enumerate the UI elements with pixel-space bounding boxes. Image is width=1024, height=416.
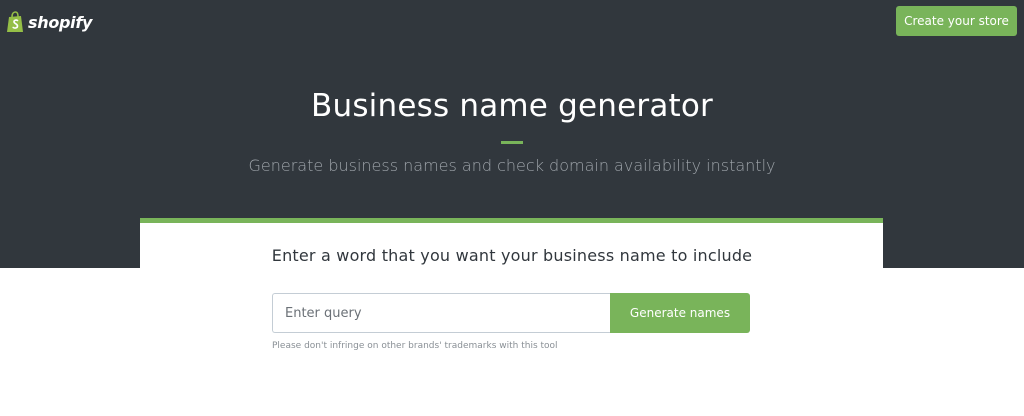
page-subtitle: Generate business names and check domain… xyxy=(248,156,776,175)
query-form: Generate names xyxy=(272,293,750,333)
page-title: Business name generator xyxy=(311,88,713,124)
trademark-disclaimer: Please don't infringe on other brands' t… xyxy=(272,341,558,351)
create-store-button[interactable]: Create your store xyxy=(896,6,1017,36)
generate-names-button[interactable]: Generate names xyxy=(610,293,750,333)
title-divider xyxy=(501,141,523,144)
shopify-bag-icon xyxy=(6,11,24,33)
shopify-logo[interactable]: shopify xyxy=(6,9,92,35)
logo-wordmark: shopify xyxy=(28,12,93,32)
form-heading: Enter a word that you want your business… xyxy=(271,246,753,265)
query-input[interactable] xyxy=(272,293,610,333)
